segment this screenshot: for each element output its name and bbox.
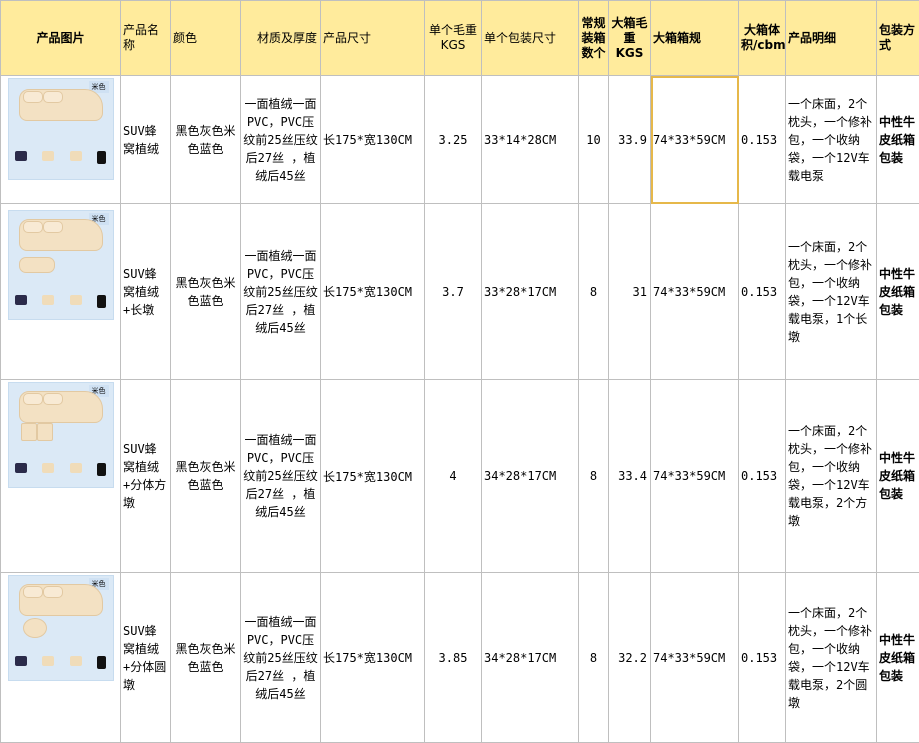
product-size[interactable]: 长175*宽130CM bbox=[321, 380, 425, 573]
unit-weight[interactable]: 3.7 bbox=[425, 204, 482, 380]
qty-per-carton[interactable]: 8 bbox=[579, 573, 609, 743]
product-size[interactable]: 长175*宽130CM bbox=[321, 204, 425, 380]
unit-weight[interactable]: 4 bbox=[425, 380, 482, 573]
product-details[interactable]: 一个床面，2个枕头，一个修补包，一个收纳袋，一个12V车载电泵，1个长墩 bbox=[786, 204, 877, 380]
unit-pack-size[interactable]: 34*28*17CM bbox=[482, 380, 579, 573]
product-color[interactable]: 黑色灰色米色蓝色 bbox=[171, 204, 241, 380]
table-row: 米色 SUV蜂窝植绒 黑色灰色米色蓝色 一面植绒一面PVC，PVC压纹前25丝压… bbox=[1, 76, 919, 204]
product-color[interactable]: 黑色灰色米色蓝色 bbox=[171, 573, 241, 743]
packing-method[interactable]: 中性牛皮纸箱包装 bbox=[877, 573, 919, 743]
table-row: 米色 SUV蜂窝植绒+长墩 黑色灰色米色蓝色 一面植绒一面PVC，PVC压纹前2… bbox=[1, 204, 919, 380]
carton-size[interactable]: 74*33*59CM bbox=[651, 76, 739, 204]
product-image: 米色 bbox=[8, 78, 114, 180]
unit-pack-size[interactable]: 33*14*28CM bbox=[482, 76, 579, 204]
product-image: 米色 bbox=[8, 575, 114, 681]
product-size[interactable]: 长175*宽130CM bbox=[321, 76, 425, 204]
unit-pack-size[interactable]: 34*28*17CM bbox=[482, 573, 579, 743]
product-image-cell[interactable]: 米色 bbox=[1, 76, 121, 204]
product-name[interactable]: SUV蜂窝植绒+分体方墩 bbox=[121, 380, 171, 573]
header-image[interactable]: 产品图片 bbox=[1, 1, 121, 76]
product-image: 米色 bbox=[8, 210, 114, 320]
carton-size[interactable]: 74*33*59CM bbox=[651, 204, 739, 380]
carton-weight[interactable]: 33.4 bbox=[609, 380, 651, 573]
product-color[interactable]: 黑色灰色米色蓝色 bbox=[171, 76, 241, 204]
product-image: 米色 bbox=[8, 382, 114, 488]
table-row: 米色 SUV蜂窝植绒+分体圆墩 黑色灰色米色蓝色 一面植绒一面PVC，PVC压纹… bbox=[1, 573, 919, 743]
header-size[interactable]: 产品尺寸 bbox=[321, 1, 425, 76]
header-carton-volume[interactable]: 大箱体积/cbm bbox=[739, 1, 786, 76]
packing-method[interactable]: 中性牛皮纸箱包装 bbox=[877, 76, 919, 204]
product-material[interactable]: 一面植绒一面PVC，PVC压纹前25丝压纹后27丝 ，植绒后45丝 bbox=[241, 76, 321, 204]
carton-volume[interactable]: 0.153 bbox=[739, 76, 786, 204]
packing-method[interactable]: 中性牛皮纸箱包装 bbox=[877, 204, 919, 380]
carton-weight[interactable]: 32.2 bbox=[609, 573, 651, 743]
product-name[interactable]: SUV蜂窝植绒+长墩 bbox=[121, 204, 171, 380]
product-material[interactable]: 一面植绒一面PVC，PVC压纹前25丝压纹后27丝 ，植绒后45丝 bbox=[241, 380, 321, 573]
product-name[interactable]: SUV蜂窝植绒 bbox=[121, 76, 171, 204]
header-unit-pack-size[interactable]: 单个包装尺寸 bbox=[482, 1, 579, 76]
carton-weight[interactable]: 33.9 bbox=[609, 76, 651, 204]
carton-volume[interactable]: 0.153 bbox=[739, 204, 786, 380]
product-material[interactable]: 一面植绒一面PVC，PVC压纹前25丝压纹后27丝 ，植绒后45丝 bbox=[241, 204, 321, 380]
carton-volume[interactable]: 0.153 bbox=[739, 573, 786, 743]
table-row: 米色 SUV蜂窝植绒+分体方墩 黑色灰色米色蓝色 一面植绒一面PVC，PVC压纹… bbox=[1, 380, 919, 573]
carton-size[interactable]: 74*33*59CM bbox=[651, 573, 739, 743]
product-details[interactable]: 一个床面，2个枕头，一个修补包，一个收纳袋，一个12V车载电泵 bbox=[786, 76, 877, 204]
product-image-cell[interactable]: 米色 bbox=[1, 204, 121, 380]
header-packing[interactable]: 包装方式 bbox=[877, 1, 919, 76]
carton-volume[interactable]: 0.153 bbox=[739, 380, 786, 573]
unit-pack-size[interactable]: 33*28*17CM bbox=[482, 204, 579, 380]
unit-weight[interactable]: 3.85 bbox=[425, 573, 482, 743]
product-details[interactable]: 一个床面，2个枕头，一个修补包，一个收纳袋，一个12V车载电泵，2个方墩 bbox=[786, 380, 877, 573]
header-carton-size[interactable]: 大箱箱规 bbox=[651, 1, 739, 76]
header-row: 产品图片 产品名称 颜色 材质及厚度 产品尺寸 单个毛重KGS 单个包装尺寸 常… bbox=[1, 1, 919, 76]
qty-per-carton[interactable]: 8 bbox=[579, 380, 609, 573]
header-carton-weight[interactable]: 大箱毛重KGS bbox=[609, 1, 651, 76]
header-qty-per-carton[interactable]: 常规装箱数个 bbox=[579, 1, 609, 76]
header-name[interactable]: 产品名称 bbox=[121, 1, 171, 76]
product-material[interactable]: 一面植绒一面PVC，PVC压纹前25丝压纹后27丝 ，植绒后45丝 bbox=[241, 573, 321, 743]
packing-method[interactable]: 中性牛皮纸箱包装 bbox=[877, 380, 919, 573]
carton-size[interactable]: 74*33*59CM bbox=[651, 380, 739, 573]
header-material[interactable]: 材质及厚度 bbox=[241, 1, 321, 76]
qty-per-carton[interactable]: 10 bbox=[579, 76, 609, 204]
product-image-cell[interactable]: 米色 bbox=[1, 380, 121, 573]
header-unit-weight[interactable]: 单个毛重KGS bbox=[425, 1, 482, 76]
header-details[interactable]: 产品明细 bbox=[786, 1, 877, 76]
product-details[interactable]: 一个床面，2个枕头，一个修补包，一个收纳袋，一个12V车载电泵，2个圆墩 bbox=[786, 573, 877, 743]
header-color[interactable]: 颜色 bbox=[171, 1, 241, 76]
product-color[interactable]: 黑色灰色米色蓝色 bbox=[171, 380, 241, 573]
product-image-cell[interactable]: 米色 bbox=[1, 573, 121, 743]
product-spec-table: 产品图片 产品名称 颜色 材质及厚度 产品尺寸 单个毛重KGS 单个包装尺寸 常… bbox=[0, 0, 919, 743]
qty-per-carton[interactable]: 8 bbox=[579, 204, 609, 380]
carton-weight[interactable]: 31 bbox=[609, 204, 651, 380]
unit-weight[interactable]: 3.25 bbox=[425, 76, 482, 204]
product-name[interactable]: SUV蜂窝植绒+分体圆墩 bbox=[121, 573, 171, 743]
product-size[interactable]: 长175*宽130CM bbox=[321, 573, 425, 743]
